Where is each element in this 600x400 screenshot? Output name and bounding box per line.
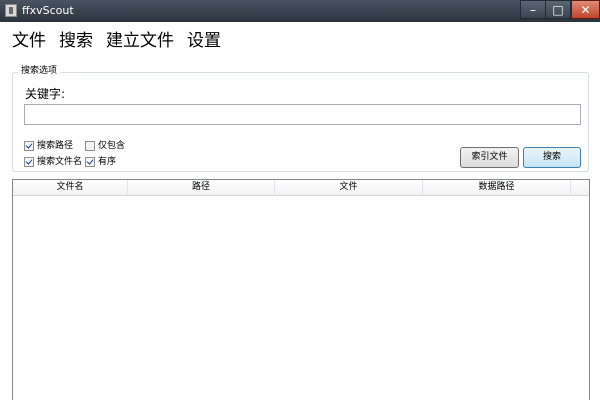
title-bar[interactable]: ffxvScout – □ ✕ <box>0 0 600 22</box>
close-button[interactable]: ✕ <box>571 0 600 19</box>
menu-bar: 文件 搜索 建立文件 设置 <box>0 24 600 58</box>
results-list[interactable]: 文件名 路径 文件 数据路径 <box>12 179 590 400</box>
search-button[interactable]: 搜索 <box>523 147 581 168</box>
column-header-path[interactable]: 路径 <box>128 180 275 196</box>
window-title: ffxvScout <box>22 4 74 17</box>
maximize-button[interactable]: □ <box>546 0 571 19</box>
column-header-file[interactable]: 文件 <box>275 180 423 196</box>
ordered-checkbox[interactable]: 有序 <box>85 156 116 168</box>
ordered-label: 有序 <box>98 157 117 167</box>
search-options-title: 搜索选项 <box>18 65 61 77</box>
search-path-label: 搜索路径 <box>37 141 74 151</box>
search-path-checkbox[interactable]: 搜索路径 <box>24 140 73 152</box>
column-header-data-path[interactable]: 数据路径 <box>423 180 571 196</box>
checkbox-checked-icon <box>85 157 95 167</box>
checkbox-checked-icon <box>24 157 34 167</box>
app-icon <box>5 4 17 17</box>
search-filename-label: 搜索文件名 <box>37 157 83 167</box>
only-contains-checkbox[interactable]: 仅包含 <box>85 140 125 152</box>
column-header-filler <box>571 180 589 196</box>
keyword-input[interactable] <box>24 104 581 125</box>
keyword-label: 关键字: <box>25 87 66 101</box>
menu-search[interactable]: 搜索 <box>59 30 93 52</box>
menu-settings[interactable]: 设置 <box>187 30 221 52</box>
menu-file[interactable]: 文件 <box>12 30 46 52</box>
app-window: ffxvScout – □ ✕ 文件 搜索 建立文件 设置 搜索选项 关键字: … <box>0 0 600 400</box>
index-files-button[interactable]: 索引文件 <box>460 147 519 168</box>
checkbox-unchecked-icon <box>85 141 95 151</box>
minimize-button[interactable]: – <box>520 0 546 19</box>
only-contains-label: 仅包含 <box>98 141 126 151</box>
column-header-filename[interactable]: 文件名 <box>13 180 128 196</box>
checkbox-checked-icon <box>24 141 34 151</box>
menu-build-file[interactable]: 建立文件 <box>106 30 174 52</box>
search-filename-checkbox[interactable]: 搜索文件名 <box>24 156 82 168</box>
